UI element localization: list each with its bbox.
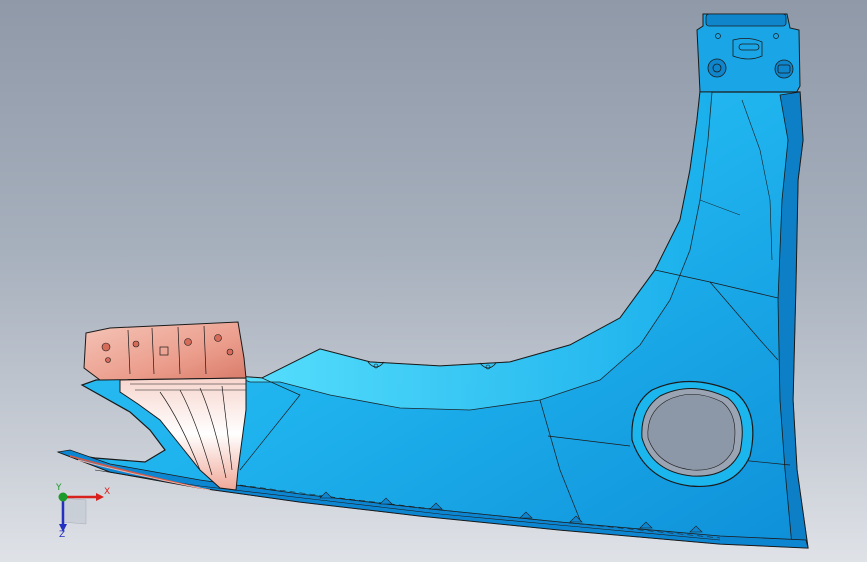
tab-header [705, 13, 787, 27]
cad-viewport[interactable]: X Y Z [0, 0, 867, 562]
x-axis-label: X [104, 487, 111, 497]
fender-body[interactable] [56, 13, 809, 549]
y-axis-dot [58, 492, 68, 502]
z-axis-label: Z [59, 530, 66, 540]
axis-triad [58, 492, 104, 532]
x-axis-arrow [96, 493, 104, 501]
tab-hole-left [707, 58, 727, 78]
y-axis-label: Y [56, 483, 62, 493]
triad-base [61, 497, 87, 525]
bracket-upper-plate [83, 321, 247, 381]
